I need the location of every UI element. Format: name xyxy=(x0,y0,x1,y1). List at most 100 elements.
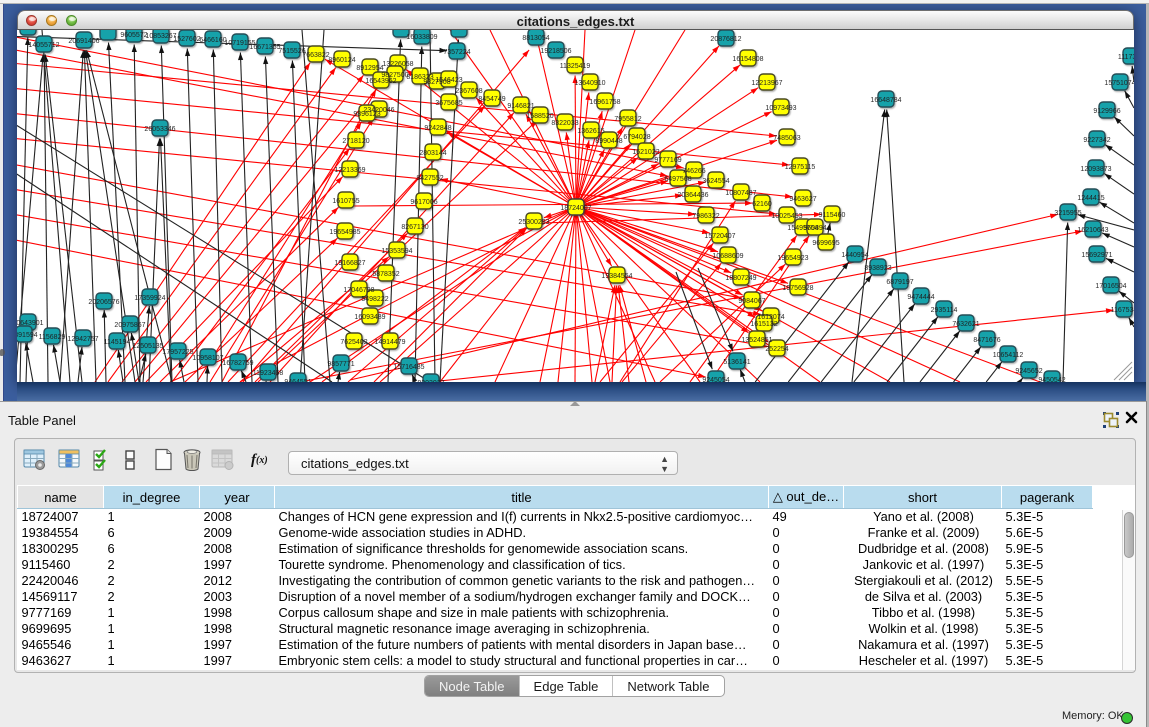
svg-text:746266: 746266 xyxy=(682,168,705,175)
svg-text:10958107: 10958107 xyxy=(192,355,223,362)
svg-text:9857771: 9857771 xyxy=(327,361,354,368)
svg-text:6497568: 6497568 xyxy=(664,176,691,183)
svg-text:9896123: 9896123 xyxy=(353,111,380,118)
svg-text:8454749: 8454749 xyxy=(478,96,505,103)
svg-text:5136141: 5136141 xyxy=(723,359,750,366)
svg-text:15720407: 15720407 xyxy=(704,233,735,240)
svg-text:8813054: 8813054 xyxy=(522,35,549,42)
svg-text:20975867: 20975867 xyxy=(114,322,145,329)
svg-text:1621022: 1621022 xyxy=(632,149,659,156)
svg-text:2367608: 2367608 xyxy=(455,88,482,95)
svg-text:13226058: 13226058 xyxy=(382,61,413,68)
svg-text:19654923: 19654923 xyxy=(777,255,808,262)
svg-text:7986322: 7986322 xyxy=(692,213,719,220)
svg-text:9474444: 9474444 xyxy=(907,294,934,301)
svg-text:1546423: 1546423 xyxy=(435,77,462,84)
svg-text:1156829: 1156829 xyxy=(39,334,66,341)
svg-text:10853267: 10853267 xyxy=(145,33,176,40)
svg-text:14914479: 14914479 xyxy=(374,339,405,346)
svg-text:7357224: 7357224 xyxy=(443,49,470,56)
svg-text:16648784: 16648784 xyxy=(870,97,901,104)
svg-text:16961758: 16961758 xyxy=(589,99,620,106)
svg-text:1145194: 1145194 xyxy=(104,339,131,346)
svg-text:26053346: 26053346 xyxy=(144,126,175,133)
svg-text:3675685: 3675685 xyxy=(435,100,462,107)
svg-text:9605572: 9605572 xyxy=(120,32,147,39)
svg-text:7485063: 7485063 xyxy=(773,135,800,142)
svg-text:9699695: 9699695 xyxy=(812,240,839,247)
svg-text:7632621: 7632621 xyxy=(952,321,979,328)
svg-text:9129966: 9129966 xyxy=(1093,108,1120,115)
svg-text:6794028: 6794028 xyxy=(623,134,650,141)
svg-text:9463627: 9463627 xyxy=(789,196,816,203)
svg-text:20876812: 20876812 xyxy=(710,36,741,43)
svg-text:62160: 62160 xyxy=(752,201,772,208)
svg-text:5498222: 5498222 xyxy=(361,296,388,303)
svg-text:10973493: 10973493 xyxy=(765,105,796,112)
svg-text:9084067: 9084067 xyxy=(738,298,765,305)
svg-text:20206576: 20206576 xyxy=(88,299,119,306)
svg-text:8960124: 8960124 xyxy=(328,57,355,64)
svg-text:2718120: 2718120 xyxy=(342,138,369,145)
svg-text:8938923: 8938923 xyxy=(864,265,891,272)
svg-text:16210643: 16210643 xyxy=(1077,227,1108,234)
svg-text:3391594: 3391594 xyxy=(17,332,38,339)
svg-text:12505135: 12505135 xyxy=(132,343,163,350)
svg-text:1615132: 1615132 xyxy=(750,321,777,328)
svg-text:12093873: 12093873 xyxy=(1080,166,1111,173)
svg-text:12942757: 12942757 xyxy=(67,336,98,343)
svg-text:6879197: 6879197 xyxy=(886,279,913,286)
svg-text:10025453: 10025453 xyxy=(771,213,802,220)
svg-text:8322033: 8322033 xyxy=(551,120,578,127)
svg-text:8267130: 8267130 xyxy=(401,224,428,231)
svg-text:8427552: 8427552 xyxy=(416,175,443,182)
svg-text:3215955: 3215955 xyxy=(1054,210,1081,217)
svg-text:13640910: 13640910 xyxy=(574,80,605,87)
svg-text:12975115: 12975115 xyxy=(785,164,816,171)
svg-text:19384554: 19384554 xyxy=(601,273,632,280)
svg-text:1244415: 1244415 xyxy=(1077,195,1104,202)
svg-text:16671355: 16671355 xyxy=(249,44,280,51)
svg-text:6466160: 6466160 xyxy=(199,37,226,44)
svg-text:19654985: 19654985 xyxy=(329,229,360,236)
svg-text:17046798: 17046798 xyxy=(343,287,374,294)
svg-text:1527602: 1527602 xyxy=(173,36,200,43)
svg-text:7625402: 7625402 xyxy=(340,339,367,346)
svg-text:9146821: 9146821 xyxy=(507,103,534,110)
svg-text:25300293: 25300293 xyxy=(518,219,549,226)
svg-text:960894: 960894 xyxy=(803,225,826,232)
svg-text:9245652: 9245652 xyxy=(1015,368,1042,375)
svg-text:9777169: 9777169 xyxy=(654,157,681,164)
svg-text:18724007: 18724007 xyxy=(560,205,591,212)
svg-text:15692971: 15692971 xyxy=(1081,252,1112,259)
svg-text:17957225: 17957225 xyxy=(162,349,193,356)
svg-text:252254: 252254 xyxy=(765,346,788,353)
svg-text:20364436: 20364436 xyxy=(677,192,708,199)
svg-text:8471676: 8471676 xyxy=(973,337,1000,344)
svg-text:20643901: 20643901 xyxy=(17,320,44,327)
svg-text:7955812: 7955812 xyxy=(614,116,641,123)
svg-text:19218506: 19218506 xyxy=(540,48,571,55)
svg-text:15751074: 15751074 xyxy=(1104,80,1134,87)
svg-text:16033809: 16033809 xyxy=(406,34,437,41)
svg-text:1610755: 1610755 xyxy=(332,198,359,205)
svg-text:20691406: 20691406 xyxy=(68,38,99,45)
svg-text:7663822: 7663822 xyxy=(302,52,329,59)
svg-text:17359924: 17359924 xyxy=(134,295,165,302)
svg-text:14055712: 14055712 xyxy=(28,42,59,49)
svg-text:1167534: 1167534 xyxy=(1111,307,1134,314)
svg-text:18807249: 18807249 xyxy=(725,275,756,282)
svg-text:8990448: 8990448 xyxy=(595,138,622,145)
svg-text:15716485: 15716485 xyxy=(393,364,424,371)
svg-text:13524851: 13524851 xyxy=(741,337,772,344)
svg-text:19756928: 19756928 xyxy=(782,285,813,292)
svg-text:16093489: 16093489 xyxy=(354,314,385,321)
svg-text:19166827: 19166827 xyxy=(334,260,365,267)
svg-text:11325419: 11325419 xyxy=(560,63,591,70)
svg-text:16543962: 16543962 xyxy=(365,78,396,85)
svg-text:16782759: 16782759 xyxy=(222,360,253,367)
svg-text:12213369: 12213369 xyxy=(334,167,365,174)
svg-text:2935114: 2935114 xyxy=(931,307,958,314)
svg-text:16154808: 16154808 xyxy=(732,56,763,63)
svg-text:2803144: 2803144 xyxy=(419,150,446,157)
